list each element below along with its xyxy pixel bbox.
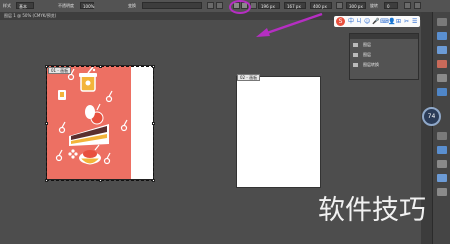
align-left-icon[interactable]	[207, 2, 214, 9]
dock-layers-icon[interactable]	[437, 146, 447, 154]
ime-punct-icon[interactable]: ㄐ	[356, 17, 362, 26]
dock-swatches-icon[interactable]	[437, 32, 447, 40]
annotation-arrow-icon	[256, 12, 323, 37]
opacity-field[interactable]: 100%	[80, 2, 94, 9]
ime-voice-icon[interactable]: 🎤	[372, 17, 379, 26]
align-center-icon[interactable]	[216, 2, 223, 9]
document-tab[interactable]: 图层 1 @ 50% (CMYK/预览)	[4, 13, 56, 19]
opacity-label: 不透明度	[58, 3, 74, 8]
artboard-2[interactable]	[236, 76, 321, 188]
panel-item-2[interactable]: 图层	[353, 51, 415, 59]
style-dropdown[interactable]: 基本	[16, 2, 34, 9]
resize-handle-b[interactable]	[99, 179, 102, 182]
ime-skin-icon[interactable]: ✂	[404, 17, 409, 26]
resize-handle-bl[interactable]	[45, 179, 48, 182]
panel-item-3[interactable]: 图层转换	[353, 61, 415, 69]
layer-icon	[353, 43, 358, 47]
panel-name-label: 样式	[3, 3, 11, 8]
dock-symbols-icon[interactable]	[437, 60, 447, 68]
dock-brush-icon[interactable]	[437, 46, 447, 54]
right-dock	[432, 12, 450, 244]
ime-user-icon[interactable]: 👤	[388, 17, 395, 26]
ime-chinese-icon[interactable]: 中	[348, 17, 354, 26]
resize-handle-r[interactable]	[152, 122, 155, 125]
transform-dropdown[interactable]	[142, 2, 202, 9]
more-icon[interactable]	[414, 2, 421, 9]
ime-menu-icon[interactable]: ☰	[412, 17, 417, 26]
floating-panel: 图层 图层 图层转换	[349, 33, 419, 80]
dock-appearance-icon[interactable]	[437, 132, 447, 140]
panel-header[interactable]	[350, 34, 418, 39]
sogou-logo-icon[interactable]: S	[336, 17, 345, 26]
watermark-text: 软件技巧	[318, 195, 426, 226]
highlight-circle-annotation	[229, 0, 251, 14]
h-field[interactable]: 300 px	[346, 2, 366, 9]
rotate-label: 旋转	[370, 3, 378, 8]
ime-emoji-icon[interactable]: ☺	[364, 17, 370, 26]
dock-transform-icon[interactable]	[437, 188, 447, 196]
ime-toolbox-icon[interactable]: ⊞	[396, 17, 401, 26]
resize-handle-t[interactable]	[99, 65, 102, 68]
resize-handle-tr[interactable]	[152, 65, 155, 68]
layer-icon	[353, 53, 358, 57]
dock-artboards-icon[interactable]	[437, 160, 447, 168]
dock-align-icon[interactable]	[437, 174, 447, 182]
panel-item-1[interactable]: 图层	[353, 41, 415, 49]
settings-icon[interactable]	[404, 2, 411, 9]
link-icon[interactable]	[336, 2, 343, 9]
resize-handle-br[interactable]	[152, 179, 155, 182]
dock-gradient-icon[interactable]	[437, 88, 447, 96]
selection-bounding-box[interactable]	[45, 65, 155, 182]
ime-toolbar: S 中 ㄐ ☺ 🎤 ⌨ 👤 ⊞ ✂ ☰	[334, 16, 420, 27]
zoom-badge[interactable]: 74	[422, 107, 441, 126]
convert-icon	[353, 63, 358, 67]
transform-label: 变换	[128, 3, 136, 8]
artboard-2-label[interactable]: 02 - 画板	[237, 74, 261, 81]
dock-color-icon[interactable]	[437, 18, 447, 26]
dock-stroke-icon[interactable]	[437, 74, 447, 82]
resize-handle-l[interactable]	[45, 122, 48, 125]
artboard-1-label[interactable]: 01 - 画板	[48, 67, 72, 74]
rotate-field[interactable]: 0	[384, 2, 398, 9]
